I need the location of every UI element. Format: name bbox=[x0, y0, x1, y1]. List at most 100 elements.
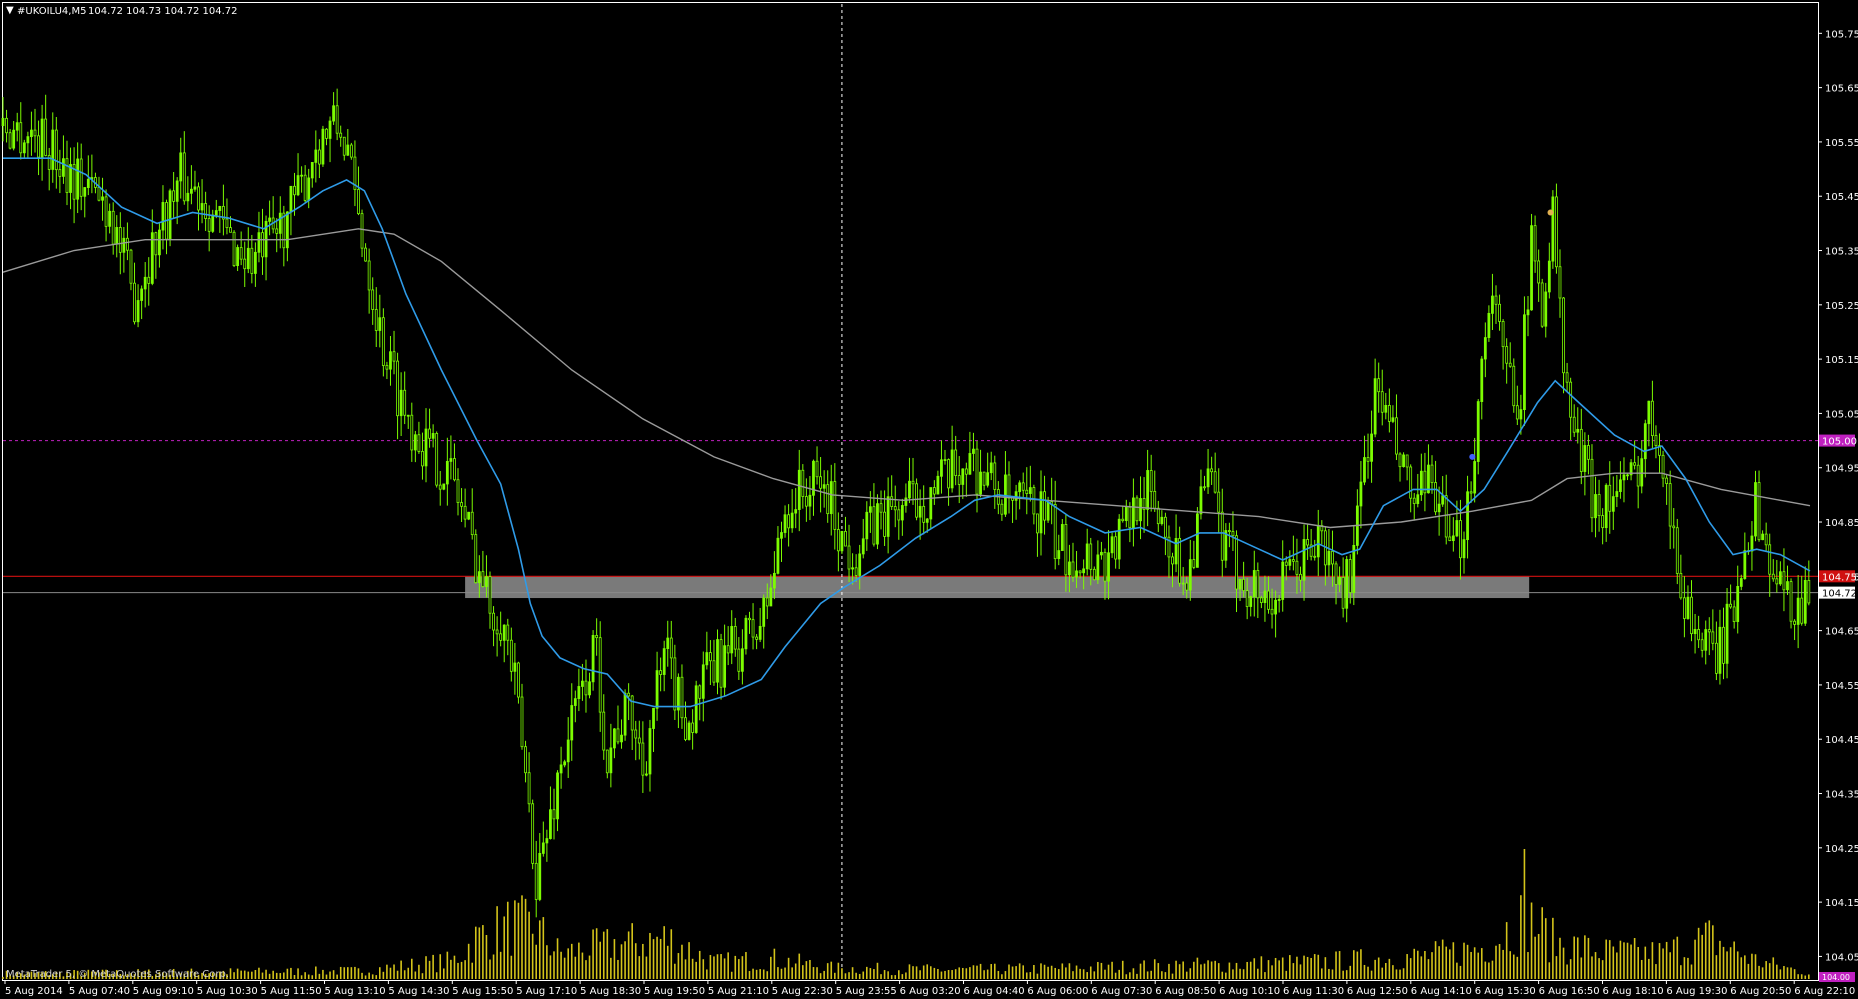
candle-body bbox=[51, 129, 55, 170]
candle-body bbox=[1402, 454, 1405, 468]
candle-body bbox=[1761, 533, 1765, 541]
candle-body bbox=[591, 635, 595, 683]
candle-body bbox=[1252, 570, 1256, 598]
candle-body bbox=[748, 617, 751, 621]
candle-body bbox=[435, 433, 439, 486]
candle-body bbox=[293, 185, 296, 196]
candle-body bbox=[1277, 599, 1281, 601]
price-chart[interactable]: ▼ #UKOILU4,M5 104.72 104.73 104.72 104.7… bbox=[0, 0, 1858, 999]
candle-body bbox=[627, 692, 631, 697]
candle-body bbox=[815, 460, 819, 478]
candle-body bbox=[1569, 381, 1573, 418]
candle-body bbox=[453, 458, 456, 481]
candle-body bbox=[62, 158, 65, 177]
candle-body bbox=[723, 645, 727, 688]
time-tick-label: 5 Aug 13:10 bbox=[325, 986, 386, 997]
candle-body bbox=[552, 809, 556, 820]
candle-body bbox=[1025, 489, 1029, 494]
candle-body bbox=[666, 637, 670, 650]
candle-body bbox=[712, 660, 716, 683]
candle-body bbox=[1124, 506, 1128, 522]
candle-body bbox=[1199, 486, 1203, 515]
time-tick-label: 5 Aug 22:30 bbox=[772, 986, 833, 997]
time-axis[interactable]: 5 Aug 2014 5 Aug 07:40 5 Aug 09:10 5 Aug 10… bbox=[4, 980, 1855, 997]
candle-body bbox=[30, 129, 33, 138]
candle-body bbox=[246, 247, 250, 270]
price-axis[interactable]: 105.75 105.65 105.55 105.45 105.35 105.25 105.… bbox=[1818, 29, 1858, 982]
candle-body bbox=[1786, 581, 1789, 591]
candle-body bbox=[1647, 400, 1651, 425]
candle-body bbox=[549, 809, 552, 839]
candle-body bbox=[780, 532, 783, 539]
header-arrow[interactable]: ▼ bbox=[6, 5, 14, 16]
candle-body bbox=[925, 518, 929, 523]
candle-body bbox=[1149, 470, 1153, 492]
candle-body bbox=[1299, 573, 1302, 581]
candle-body bbox=[524, 746, 527, 774]
candle-body bbox=[129, 249, 133, 284]
candle-body bbox=[406, 414, 410, 417]
time-tick-label: 6 Aug 15:30 bbox=[1475, 986, 1536, 997]
candle-body bbox=[1537, 260, 1541, 284]
candle-body bbox=[285, 211, 289, 249]
candle-body bbox=[822, 484, 826, 489]
time-tick-label: 5 Aug 18:30 bbox=[580, 986, 641, 997]
candle-body bbox=[1508, 362, 1512, 367]
candle-body bbox=[1174, 538, 1178, 565]
candle-body bbox=[1611, 496, 1615, 512]
candle-body bbox=[261, 232, 264, 258]
candle-body bbox=[1206, 468, 1210, 488]
candle-body bbox=[1288, 559, 1292, 566]
candle-body bbox=[1572, 416, 1576, 433]
candle-body bbox=[172, 190, 176, 202]
candle-body bbox=[765, 597, 769, 607]
candle-body bbox=[431, 433, 435, 439]
candle-body bbox=[836, 529, 840, 552]
candle-body bbox=[300, 174, 303, 177]
candle-body bbox=[1014, 491, 1018, 501]
candle-body bbox=[1007, 474, 1011, 499]
candle-body bbox=[1409, 466, 1413, 499]
candle-body bbox=[637, 737, 641, 744]
candle-body bbox=[1601, 515, 1605, 529]
candle-body bbox=[730, 626, 734, 654]
candle-body bbox=[1640, 458, 1644, 487]
candle-body bbox=[1697, 628, 1701, 641]
candle-body bbox=[1587, 445, 1590, 460]
candle-body bbox=[769, 587, 773, 607]
candle-body bbox=[1046, 501, 1050, 521]
candle-body bbox=[204, 203, 208, 219]
candle-body bbox=[278, 212, 282, 234]
candle-body bbox=[239, 247, 243, 260]
candle-body bbox=[545, 838, 549, 844]
candle-body bbox=[1793, 620, 1796, 625]
candle-body bbox=[1796, 597, 1800, 625]
candle-body bbox=[22, 142, 26, 154]
time-tick-label: 5 Aug 07:40 bbox=[69, 986, 130, 997]
candle-body bbox=[890, 496, 894, 507]
candle-body bbox=[1526, 309, 1530, 316]
candle-body bbox=[826, 484, 830, 515]
candle-body bbox=[677, 676, 680, 711]
candle-body bbox=[396, 360, 399, 417]
time-tick-label: 6 Aug 14:10 bbox=[1411, 986, 1472, 997]
candle-body bbox=[776, 537, 780, 574]
candle-body bbox=[701, 664, 705, 699]
candle-body bbox=[1021, 482, 1025, 491]
candle-body bbox=[847, 545, 851, 570]
candle-body bbox=[1743, 550, 1747, 579]
candle-body bbox=[1782, 571, 1786, 591]
candle-body bbox=[1195, 513, 1199, 568]
candle-body bbox=[1117, 518, 1121, 560]
candle-body bbox=[687, 722, 691, 740]
candle-body bbox=[1619, 479, 1622, 492]
candle-body bbox=[879, 503, 883, 513]
price-tick-label: 105.35 bbox=[1825, 247, 1858, 258]
candle-body bbox=[655, 670, 659, 709]
candle-body bbox=[83, 187, 87, 197]
candle-body bbox=[424, 428, 428, 467]
candle-body bbox=[1075, 570, 1078, 578]
candle-body bbox=[1405, 454, 1409, 468]
candle-body bbox=[1558, 266, 1562, 299]
candle-body bbox=[421, 451, 424, 467]
